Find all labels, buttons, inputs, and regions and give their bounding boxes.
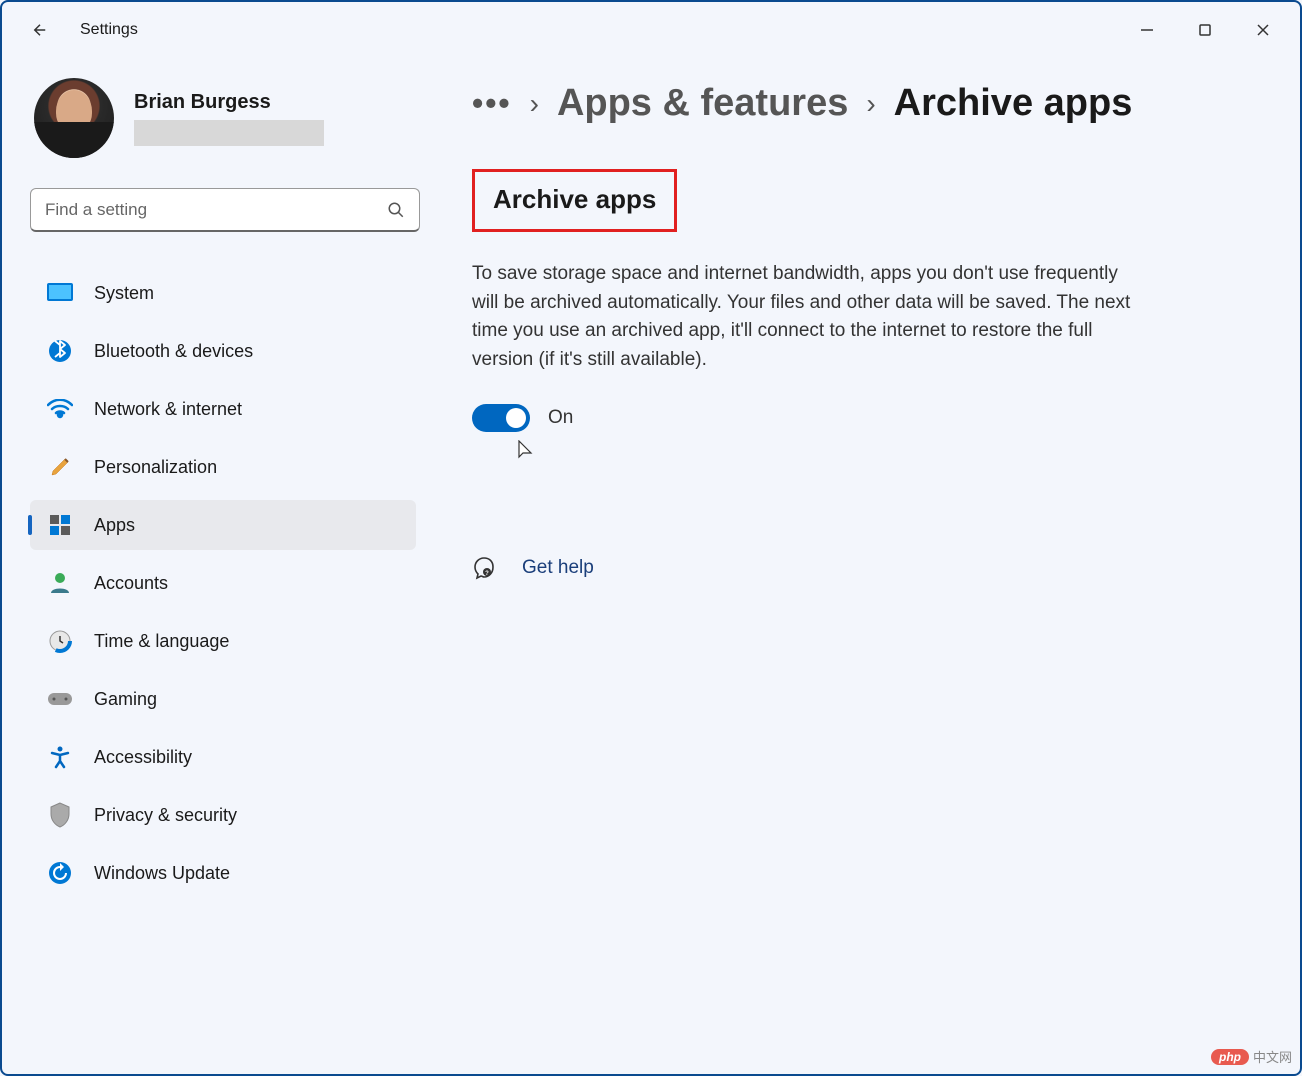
close-button[interactable] (1234, 10, 1292, 50)
sidebar-item-label: Windows Update (94, 863, 230, 884)
window-controls (1118, 10, 1292, 50)
chevron-right-icon: › (866, 88, 875, 120)
archive-toggle[interactable] (472, 404, 530, 432)
profile-name: Brian Burgess (134, 91, 324, 114)
sidebar-item-label: Apps (94, 515, 135, 536)
watermark: php 中文网 (1211, 1047, 1292, 1066)
sidebar-item-gaming[interactable]: Gaming (30, 674, 416, 724)
sidebar-item-system[interactable]: System (30, 268, 416, 318)
page-title: Archive apps (472, 169, 677, 232)
wifi-icon (46, 395, 74, 423)
svg-text:?: ? (485, 571, 489, 577)
breadcrumb-ellipsis[interactable]: ••• (472, 85, 512, 122)
sidebar-item-label: Accounts (94, 573, 168, 594)
toggle-thumb (506, 408, 526, 428)
minimize-icon (1140, 23, 1154, 37)
sidebar: Brian Burgess System Bluetooth & devices… (2, 58, 432, 1074)
clock-icon (46, 627, 74, 655)
sidebar-item-update[interactable]: Windows Update (30, 848, 416, 898)
watermark-text: 中文网 (1253, 1047, 1292, 1066)
brush-icon (46, 453, 74, 481)
sidebar-item-accounts[interactable]: Accounts (30, 558, 416, 608)
minimize-button[interactable] (1118, 10, 1176, 50)
breadcrumb: ••• › Apps & features › Archive apps (472, 82, 1300, 125)
breadcrumb-parent[interactable]: Apps & features (557, 82, 848, 125)
breadcrumb-current: Archive apps (894, 82, 1133, 125)
titlebar: Settings (2, 2, 1300, 58)
sidebar-item-accessibility[interactable]: Accessibility (30, 732, 416, 782)
system-icon (46, 279, 74, 307)
watermark-badge: php (1211, 1049, 1249, 1065)
get-help-link[interactable]: Get help (522, 557, 594, 579)
close-icon (1256, 23, 1270, 37)
back-button[interactable] (18, 8, 62, 52)
sidebar-item-bluetooth[interactable]: Bluetooth & devices (30, 326, 416, 376)
shield-icon (46, 801, 74, 829)
sidebar-item-label: Gaming (94, 689, 157, 710)
avatar (34, 78, 114, 158)
arrow-left-icon (31, 21, 49, 39)
help-row: ? Get help (472, 556, 1300, 580)
sidebar-item-network[interactable]: Network & internet (30, 384, 416, 434)
maximize-button[interactable] (1176, 10, 1234, 50)
accounts-icon (46, 569, 74, 597)
search-input[interactable] (45, 200, 387, 220)
apps-icon (46, 511, 74, 539)
sidebar-item-label: Network & internet (94, 399, 242, 420)
sidebar-item-label: Privacy & security (94, 805, 237, 826)
sidebar-item-label: Personalization (94, 457, 217, 478)
nav-list: System Bluetooth & devices Network & int… (30, 268, 416, 898)
sidebar-item-personalization[interactable]: Personalization (30, 442, 416, 492)
profile-email (134, 120, 324, 146)
help-icon: ? (472, 556, 496, 580)
sidebar-item-privacy[interactable]: Privacy & security (30, 790, 416, 840)
bluetooth-icon (46, 337, 74, 365)
sidebar-item-label: System (94, 283, 154, 304)
sidebar-item-label: Accessibility (94, 747, 192, 768)
search-box[interactable] (30, 188, 420, 232)
sidebar-item-apps[interactable]: Apps (30, 500, 416, 550)
archive-toggle-row: On (472, 404, 1300, 432)
sidebar-item-label: Bluetooth & devices (94, 341, 253, 362)
profile[interactable]: Brian Burgess (34, 78, 416, 158)
gaming-icon (46, 685, 74, 713)
app-title: Settings (80, 21, 138, 39)
chevron-right-icon: › (530, 88, 539, 120)
maximize-icon (1198, 23, 1212, 37)
main-content: ••• › Apps & features › Archive apps Arc… (432, 58, 1300, 1074)
search-icon (387, 201, 405, 219)
sidebar-item-label: Time & language (94, 631, 229, 652)
cursor-icon (518, 440, 1300, 468)
sidebar-item-time[interactable]: Time & language (30, 616, 416, 666)
accessibility-icon (46, 743, 74, 771)
toggle-state-label: On (548, 407, 573, 429)
update-icon (46, 859, 74, 887)
page-description: To save storage space and internet bandw… (472, 260, 1132, 374)
